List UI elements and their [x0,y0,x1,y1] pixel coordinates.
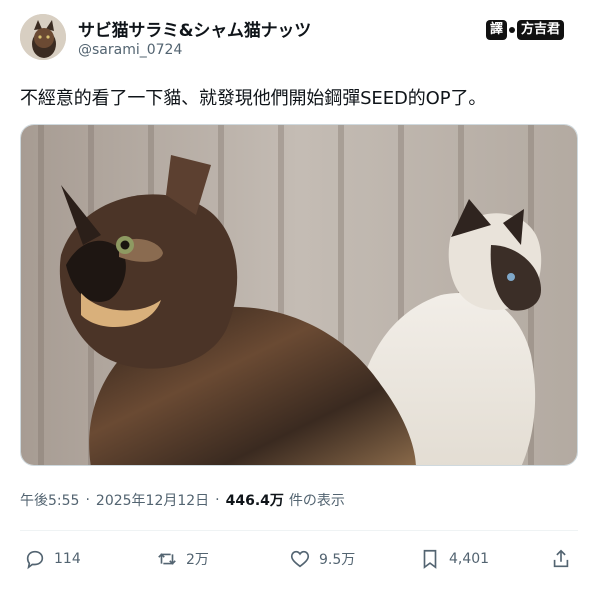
reply-count: 114 [54,551,81,567]
bookmark-button[interactable]: 4,401 [419,548,489,570]
repost-icon [158,553,176,565]
divider [20,530,578,531]
like-count: 9.5万 [319,552,356,568]
meta-separator: · [215,492,220,508]
like-button[interactable]: 9.5万 [289,548,355,570]
reply-icon [26,550,44,570]
share-button[interactable] [550,548,572,570]
watermark-separator [509,27,516,33]
repost-button[interactable]: 2万 [156,548,209,570]
share-icon [553,549,569,568]
views-label: 件の表示 [288,493,345,509]
avatar[interactable] [20,14,66,60]
tweet-photo[interactable] [20,124,578,466]
repost-count: 2万 [186,552,209,568]
reply-button[interactable]: 114 [24,548,81,570]
post-date[interactable]: 2025年12月12日 [96,490,209,510]
heart-icon [290,550,310,568]
cats-photo [21,125,577,465]
views-count: 446.4万 [225,493,284,509]
bookmark-count: 4,401 [449,551,490,567]
author-handle[interactable]: @sarami_0724 [78,42,182,58]
watermark-left: 譯 [486,20,508,40]
meta-separator: · [85,492,90,508]
tweet-metadata: 午後5:55 · 2025年12月12日 · 446.4万 件の表示 [20,490,345,510]
watermark: 譯 方吉君 [486,18,574,42]
watermark-right: 方吉君 [517,20,565,40]
avatar-image [20,14,66,60]
tweet-text: 不經意的看了一下貓、就發現他們開始鋼彈SEED的OP了。 [20,88,487,109]
author-display-name[interactable]: サビ猫サラミ&シャム猫ナッツ [78,16,311,41]
bookmark-icon [423,549,437,569]
post-time[interactable]: 午後5:55 [20,490,79,510]
